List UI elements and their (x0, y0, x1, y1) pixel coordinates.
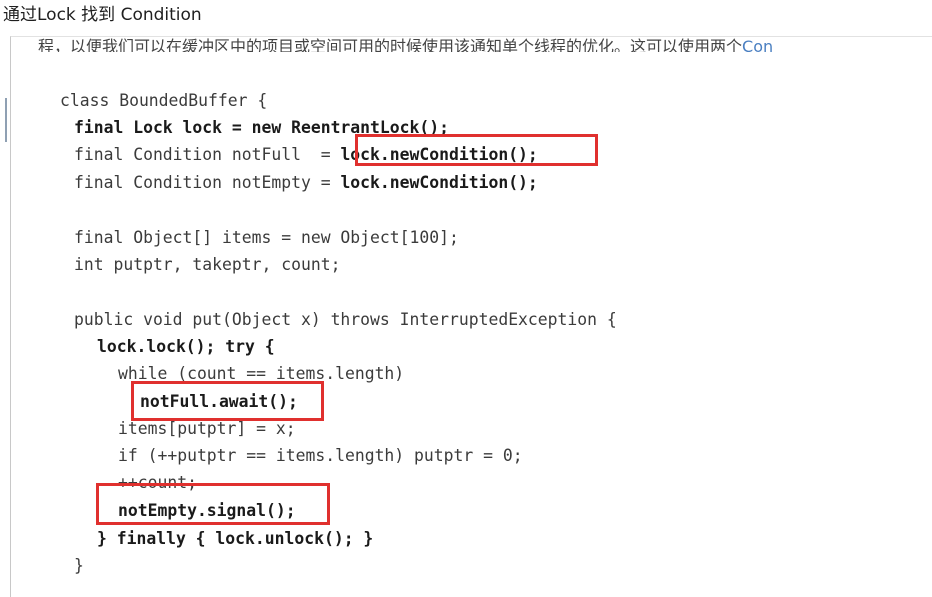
code-line: final Condition notEmpty = lock.newCondi… (74, 173, 538, 192)
code-line: final Condition notFull = lock.newCondit… (74, 145, 538, 164)
code-line: public void put(Object x) throws Interru… (74, 310, 617, 329)
code-line: final Lock lock = new ReentrantLock(); (74, 118, 449, 137)
code-line: } (74, 556, 84, 575)
code-line: while (count == items.length) (118, 364, 405, 383)
code-line: lock.lock(); try { (97, 337, 275, 356)
intro-link[interactable]: Con (742, 37, 773, 52)
code-line: notEmpty.signal(); (118, 501, 296, 520)
code-line: if (++putptr == items.length) putptr = 0… (118, 446, 523, 465)
code-line: notFull.await(); (140, 392, 298, 411)
code-line: final Object[] items = new Object[100]; (74, 228, 459, 247)
scroll-marker (5, 98, 7, 142)
code-line: ++count; (118, 473, 197, 492)
code-line: } finally { lock.unlock(); } (97, 529, 374, 548)
article-heading: 通过Lock 找到 Condition (3, 5, 202, 25)
code-line: items[putptr] = x; (118, 419, 296, 438)
code-line: class BoundedBuffer { (60, 91, 268, 110)
intro-text-cut: 程，以便我们可以在缓冲区中的项目或空间可用的时候使用该通知单个线程的优化。这可以… (38, 34, 932, 52)
intro-text: 程，以便我们可以在缓冲区中的项目或空间可用的时候使用该通知单个线程的优化。这可以… (38, 37, 743, 52)
code-line: int putptr, takeptr, count; (74, 255, 341, 274)
